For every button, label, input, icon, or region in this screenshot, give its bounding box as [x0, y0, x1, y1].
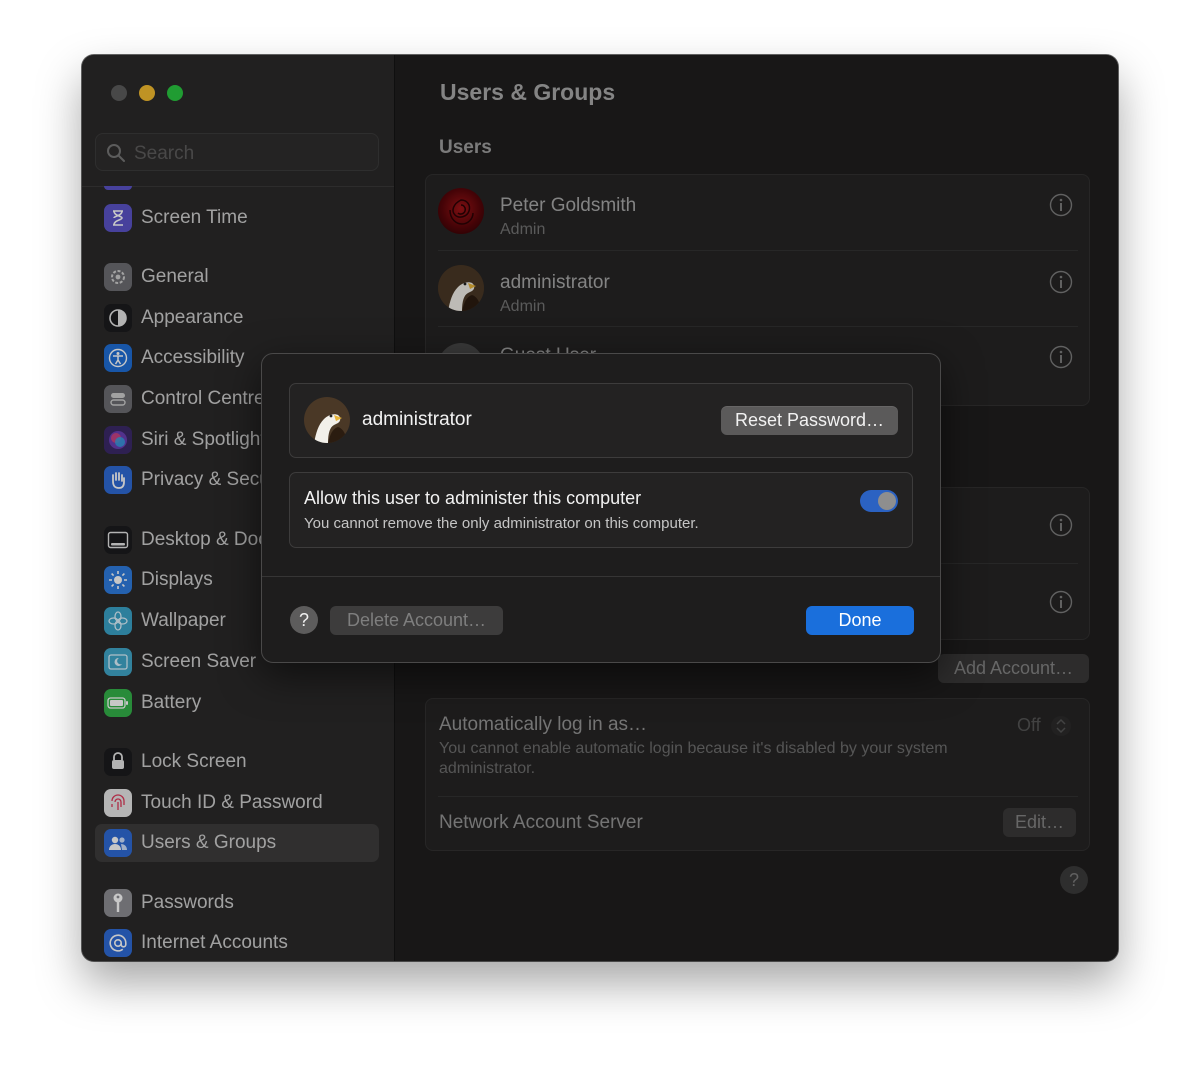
user-header-group: administrator Reset Password… [289, 383, 913, 458]
dialog-separator [262, 576, 940, 577]
allow-admin-label: Allow this user to administer this compu… [304, 488, 642, 508]
settings-window: Search Screen Time General Appearance Ac… [82, 55, 1118, 961]
allow-admin-toggle[interactable] [860, 490, 898, 512]
reset-password-button[interactable]: Reset Password… [721, 406, 898, 435]
eagle-avatar [304, 397, 350, 443]
edit-user-dialog: administrator Reset Password… Allow this… [261, 353, 941, 663]
dialog-user-name: administrator [362, 409, 472, 430]
toggle-knob [878, 492, 896, 510]
delete-account-button[interactable]: Delete Account… [330, 606, 503, 635]
admin-permission-group: Allow this user to administer this compu… [289, 472, 913, 548]
dialog-help-button[interactable]: ? [290, 606, 318, 634]
allow-admin-note: You cannot remove the only administrator… [304, 515, 699, 532]
done-button[interactable]: Done [806, 606, 914, 635]
